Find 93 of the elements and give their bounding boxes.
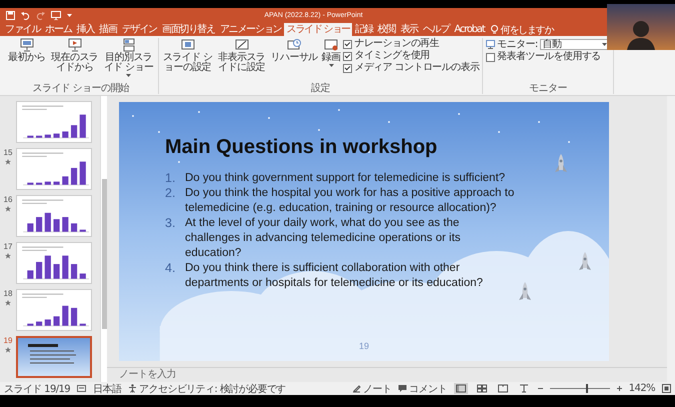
rocket-icon xyxy=(519,282,531,300)
ribbon-tab[interactable]: 表示 xyxy=(398,23,420,36)
caret-icon xyxy=(328,64,334,67)
slide-thumbnail[interactable] xyxy=(16,101,92,143)
checkbox-label: ナレーションの再生 xyxy=(354,39,440,49)
list-number: 4. xyxy=(165,261,176,277)
view-button[interactable] xyxy=(496,383,510,394)
checkbox-label: タイミングを使用 xyxy=(354,51,430,61)
question-text: Do you think there is sufficient collaboration with other departments or hospitals for telemedicine or its education? xyxy=(185,261,484,291)
rocket-icon xyxy=(555,154,567,172)
ribbon-tab[interactable]: 挿入 xyxy=(74,23,96,36)
caret-icon[interactable] xyxy=(67,14,72,16)
star-icon xyxy=(5,159,11,165)
normal-view-icon xyxy=(456,384,466,393)
zoom-slider-thumb[interactable] xyxy=(586,384,588,393)
comments-button[interactable]: コメント xyxy=(398,382,447,396)
monitor-icon xyxy=(486,40,496,49)
checkbox[interactable] xyxy=(343,40,352,48)
ribbon-button[interactable]: スライド ショーの設定 xyxy=(162,38,214,73)
slide-counter: スライド 19/19 xyxy=(4,382,70,396)
ribbon-tab[interactable]: アニメーション xyxy=(218,23,284,36)
ribbon-tab[interactable]: ファイル xyxy=(3,23,42,36)
slide-thumbnail[interactable] xyxy=(16,242,92,284)
fit-slide-icon[interactable] xyxy=(662,384,671,393)
checkbox-label: 発表者ツールを使用する xyxy=(497,52,601,62)
screen-icon[interactable] xyxy=(51,10,61,20)
pencil-icon xyxy=(352,384,361,393)
slide-number: 16 xyxy=(4,195,12,204)
slide-title: Main Questions in workshop xyxy=(165,136,438,159)
accessibility-icon xyxy=(128,384,138,393)
ribbon-tab[interactable]: 画面切り替え xyxy=(160,23,217,36)
question-text: At the level of your daily work, what do you see as the challenges in advancing telemedicine operations or its education? xyxy=(185,216,462,261)
ribbon-button[interactable]: 非表示スライドに設定 xyxy=(216,38,268,73)
scrollbar[interactable] xyxy=(100,96,107,382)
slide-thumbnail[interactable] xyxy=(16,148,92,190)
tell-me-search[interactable]: 何をしますか xyxy=(500,22,554,36)
slide-number: 17 xyxy=(4,242,12,251)
monitor-dropdown[interactable]: 自動 xyxy=(540,39,610,50)
undo-icon[interactable] xyxy=(21,10,30,20)
ribbon-tab[interactable]: 校閲 xyxy=(376,23,398,36)
monitor-label: モニター: xyxy=(497,40,538,50)
rocket-icon xyxy=(579,252,591,270)
ribbon-tab[interactable]: ホーム xyxy=(43,23,74,36)
checkbox[interactable] xyxy=(343,64,352,72)
group-label: スライド ショーの開始 xyxy=(32,84,130,94)
checkbox[interactable] xyxy=(343,52,352,60)
ribbon-button[interactable]: リハーサル xyxy=(270,38,319,63)
slide-number: 15 xyxy=(4,148,12,157)
ribbon-tab[interactable]: デザイン xyxy=(120,23,160,36)
notes-button[interactable]: ノート xyxy=(352,382,392,396)
slide-thumbnail[interactable] xyxy=(16,336,92,378)
slide-number: 18 xyxy=(4,289,12,298)
minus-icon[interactable] xyxy=(538,386,543,391)
ribbon-tab[interactable]: スライド ショー xyxy=(284,23,352,36)
slide-number: 19 xyxy=(4,336,12,345)
save-icon[interactable] xyxy=(6,10,15,20)
caret-icon xyxy=(126,74,132,77)
accessibility-button[interactable]: アクセシビリティ: 検討が必要です xyxy=(128,382,286,396)
star-icon xyxy=(5,300,11,306)
language-label[interactable]: 日本語 xyxy=(93,382,122,396)
scrollbar[interactable] xyxy=(667,96,675,382)
star-icon xyxy=(5,347,11,353)
view-button[interactable] xyxy=(474,383,489,394)
star-icon xyxy=(5,206,11,212)
star-icon xyxy=(5,253,11,259)
ribbon-tab[interactable]: 描画 xyxy=(97,23,119,36)
ribbon-button[interactable]: 最初から xyxy=(7,38,47,63)
page-number: 19 xyxy=(358,341,369,351)
group-label: 設定 xyxy=(310,84,331,94)
ribbon-button[interactable]: 目的別スライド ショー xyxy=(102,38,155,77)
list-number: 2. xyxy=(165,186,176,202)
question-text: Do you think government support for telemedicine is sufficient? xyxy=(185,171,506,186)
reading-view-icon xyxy=(498,384,508,393)
lightbulb-icon xyxy=(491,25,498,34)
ribbon-button[interactable]: 現在のスライドから xyxy=(48,38,101,73)
comment-icon xyxy=(398,384,408,393)
slide-thumbnail[interactable] xyxy=(16,195,92,237)
slide-thumbnail[interactable] xyxy=(16,289,92,331)
view-button[interactable] xyxy=(454,383,468,394)
ribbon-tab[interactable]: Acrobat xyxy=(452,23,486,36)
ribbon-tab[interactable]: 記録 xyxy=(353,23,375,36)
list-number: 3. xyxy=(165,216,176,232)
slide-sorter-icon xyxy=(476,384,487,393)
question-text: Do you think the hospital you work for has a positive approach to telemedicine (e.g. education, training or resource allocation)? xyxy=(185,186,515,216)
list-number: 1. xyxy=(165,171,176,186)
caret-icon xyxy=(602,43,607,46)
plus-icon[interactable] xyxy=(616,386,622,391)
group-label: モニター xyxy=(528,84,568,94)
checkbox-label: メディア コントロールの表示 xyxy=(354,63,480,73)
checkbox[interactable] xyxy=(486,52,496,62)
ribbon-tab[interactable]: ヘルプ xyxy=(420,23,452,36)
ribbon-button[interactable]: 録画 xyxy=(320,38,342,67)
zoom-level[interactable]: 142% xyxy=(628,383,655,394)
